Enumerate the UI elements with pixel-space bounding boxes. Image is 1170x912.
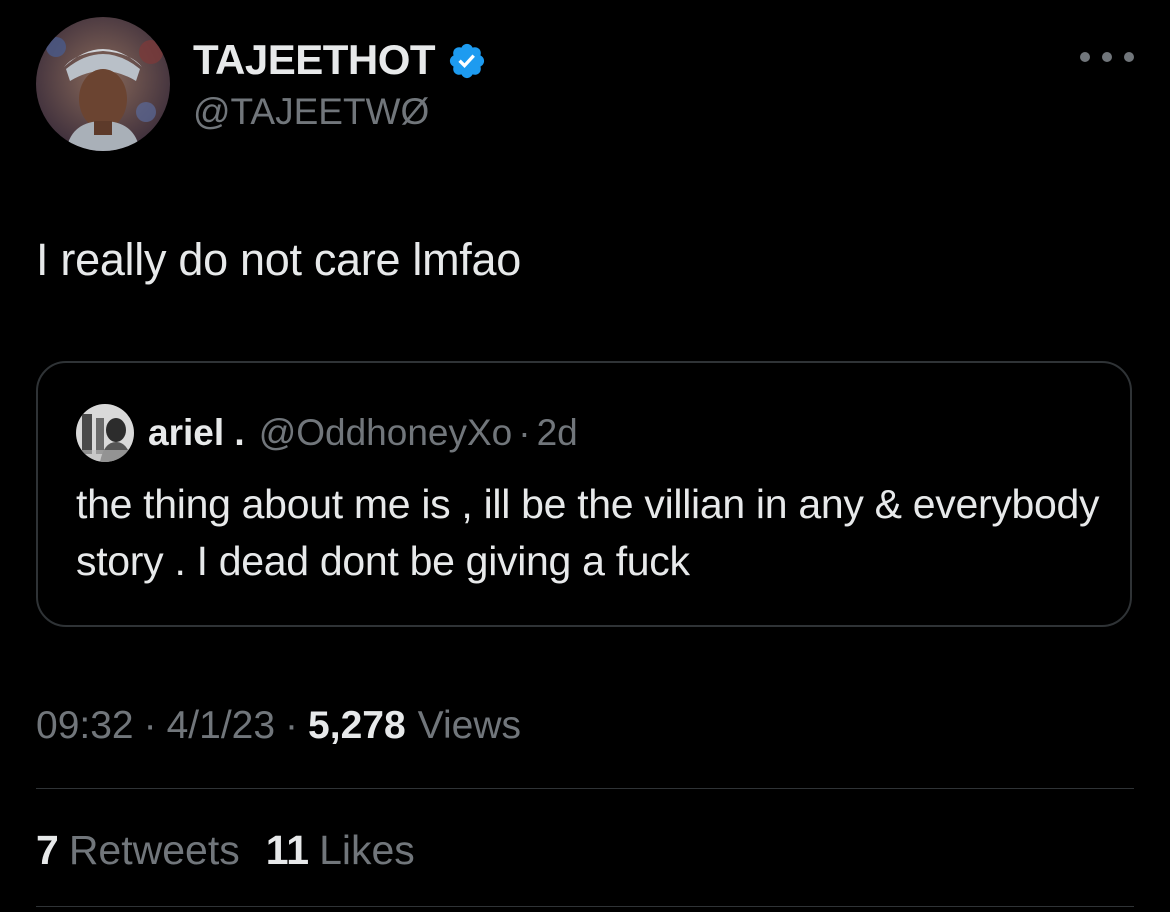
- verified-badge-icon: [449, 43, 485, 79]
- views-count: 5,278: [308, 704, 406, 747]
- profile-photo-icon: [76, 404, 134, 462]
- meta-separator: ·: [143, 704, 157, 747]
- likes-stat[interactable]: 11 Likes: [266, 827, 415, 874]
- meta-separator: ·: [285, 704, 299, 747]
- more-horizontal-icon: [1102, 52, 1112, 62]
- quoted-author-avatar[interactable]: [76, 404, 134, 462]
- quoted-tweet-text: the thing about me is , ill be the villi…: [76, 481, 1100, 584]
- quoted-separator: ·: [518, 412, 531, 453]
- quoted-author-handle: @OddhoneyXo: [258, 412, 513, 453]
- quoted-tweet-card[interactable]: ariel . @OddhoneyXo · 2d the thing about…: [36, 361, 1132, 627]
- quoted-tweet-header: ariel . @OddhoneyXo · 2d: [76, 403, 578, 463]
- tweet-text: I really do not care lmfao: [36, 234, 521, 285]
- author-avatar[interactable]: [36, 17, 170, 151]
- more-options-button[interactable]: [1080, 40, 1134, 74]
- tweet-meta: 09:32 · 4/1/23 · 5,278 Views: [36, 700, 521, 752]
- tweet-date[interactable]: 4/1/23: [167, 704, 275, 748]
- retweets-stat[interactable]: 7 Retweets: [36, 827, 240, 874]
- author-name-row: TAJEETHOT: [193, 34, 487, 86]
- engagement-stats: 7 Retweets 11 Likes: [36, 824, 415, 876]
- divider: [36, 788, 1134, 789]
- author-handle[interactable]: @TAJEETWØ: [193, 88, 429, 136]
- views-label: Views: [417, 704, 521, 747]
- quoted-author-name: ariel .: [148, 412, 245, 453]
- more-horizontal-icon: [1080, 52, 1090, 62]
- likes-label: Likes: [319, 826, 415, 873]
- author-display-name[interactable]: TAJEETHOT: [193, 34, 436, 86]
- retweets-count: 7: [36, 826, 59, 873]
- more-horizontal-icon: [1124, 52, 1134, 62]
- divider: [36, 906, 1134, 907]
- retweets-label: Retweets: [68, 826, 240, 873]
- likes-count: 11: [265, 826, 310, 873]
- tweet-time[interactable]: 09:32: [36, 704, 134, 748]
- profile-photo-icon: [36, 17, 170, 151]
- quoted-timestamp: 2d: [536, 412, 578, 453]
